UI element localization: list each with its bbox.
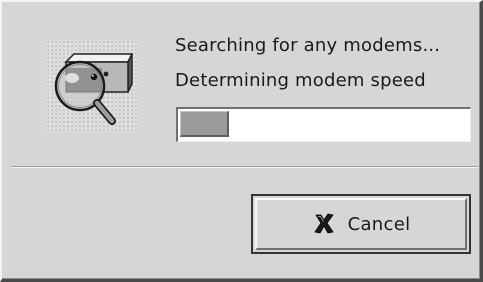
progress-bar-fill: [180, 111, 229, 137]
cancel-button-face[interactable]: Cancel: [255, 198, 467, 250]
progress-bar: [176, 107, 471, 142]
modem-search-icon: [46, 40, 138, 132]
search-status-text: Searching for any modems...: [175, 35, 441, 56]
cancel-x-icon: [312, 212, 336, 236]
speed-status-text: Determining modem speed: [175, 70, 426, 91]
modem-detection-dialog: Searching for any modems... Determining …: [0, 0, 483, 282]
separator: [11, 166, 478, 168]
cancel-button-label: Cancel: [347, 213, 411, 235]
cancel-button[interactable]: Cancel: [251, 194, 471, 254]
